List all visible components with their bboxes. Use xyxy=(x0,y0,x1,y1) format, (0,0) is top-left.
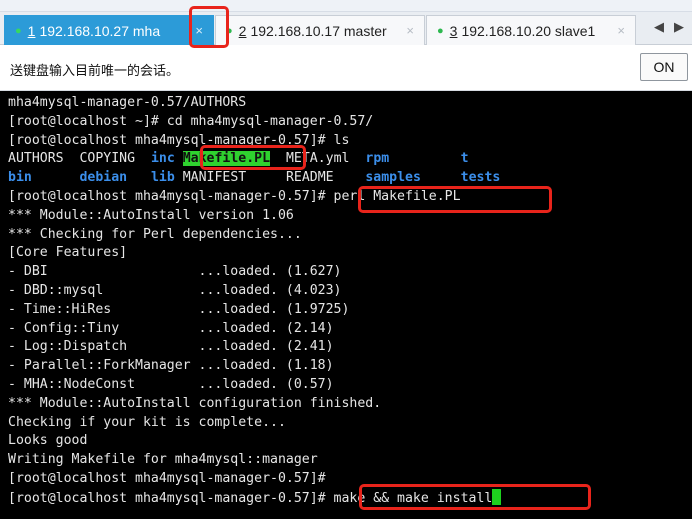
output-line: [Core Features] xyxy=(8,245,128,261)
prompt-line: [root@localhost mha4mysql-manager-0.57]# xyxy=(8,470,692,489)
tab-nav-arrows: ◀ ▶ xyxy=(654,20,684,35)
output-line: - MHA::NodeConst ...loaded. (0.57) xyxy=(8,376,334,392)
send-keys-bar: 送键盘输入目前唯一的会话。 ON xyxy=(0,46,692,91)
tab-title: 192.168.10.20 slave1 xyxy=(461,22,596,39)
output-line: Checking if your kit is complete... xyxy=(8,414,286,430)
output-line: - Config::Tiny ...loaded. (2.14) xyxy=(8,320,334,336)
close-icon[interactable]: × xyxy=(195,23,203,38)
tab-number: 1 xyxy=(27,22,36,39)
prompt-line: [root@localhost mha4mysql-manager-0.57]#… xyxy=(8,188,692,207)
output-line: - DBI ...loaded. (1.627) xyxy=(8,264,342,280)
ls-output-row: AUTHORS COPYING inc Makefile.PL META.yml… xyxy=(8,150,692,169)
chevron-right-icon[interactable]: ▶ xyxy=(674,20,684,35)
output-line: - Log::Dispatch ...loaded. (2.41) xyxy=(8,339,334,355)
ls-entry: AUTHORS xyxy=(8,151,64,167)
tab-title: 192.168.10.17 master xyxy=(250,22,387,39)
send-keys-message: 送键盘输入目前唯一的会话。 xyxy=(10,64,180,79)
tab-session-2[interactable]: ● 2 192.168.10.17 master × xyxy=(215,15,425,45)
shell-prompt: [root@localhost mha4mysql-manager-0.57]# xyxy=(8,132,334,148)
shell-prompt: [root@localhost mha4mysql-manager-0.57]# xyxy=(8,470,334,486)
ls-entry: bin xyxy=(8,170,32,186)
shell-command: perl Makefile.PL xyxy=(333,188,461,204)
output-line: *** Module::AutoInstall configuration fi… xyxy=(8,395,382,411)
close-icon[interactable]: × xyxy=(406,23,414,38)
output-line: mha4mysql-manager-0.57/AUTHORS xyxy=(8,95,247,110)
tab-session-3[interactable]: ● 3 192.168.10.20 slave1 × xyxy=(426,15,636,45)
ls-entry: rpm xyxy=(365,151,390,167)
shell-prompt: [root@localhost mha4mysql-manager-0.57]# xyxy=(8,490,334,506)
ls-entry: MANIFEST xyxy=(182,170,247,186)
send-keys-toggle-button[interactable]: ON xyxy=(640,53,688,81)
session-tab-bar: ● 1 192.168.10.27 mha × ● 2 192.168.10.1… xyxy=(0,12,692,45)
shell-prompt: [root@localhost mha4mysql-manager-0.57]# xyxy=(8,188,334,204)
ls-entry: README xyxy=(285,170,334,186)
ls-entry: t xyxy=(460,151,469,167)
status-dot-icon: ● xyxy=(437,24,444,37)
output-line: *** Checking for Perl dependencies... xyxy=(8,226,302,242)
tab-session-1[interactable]: ● 1 192.168.10.27 mha × xyxy=(4,15,214,45)
ls-entry: tests xyxy=(460,170,501,186)
close-icon[interactable]: × xyxy=(617,23,625,38)
output-line: Writing Makefile for mha4mysql::manager xyxy=(8,452,318,468)
shell-command: ls xyxy=(333,132,350,148)
ls-entry: COPYING xyxy=(79,151,136,167)
shell-command: cd mha4mysql-manager-0.57/ xyxy=(166,113,374,129)
status-dot-icon: ● xyxy=(226,24,233,37)
ls-entry: Makefile.PL xyxy=(182,151,271,167)
output-line: - DBD::mysql ...loaded. (4.023) xyxy=(8,282,342,298)
shell-command: make && make install xyxy=(333,490,493,506)
output-line: - Time::HiRes ...loaded. (1.9725) xyxy=(8,301,350,317)
terminal-output[interactable]: mha4mysql-manager-0.57/AUTHORS [root@loca… xyxy=(0,91,692,519)
ls-entry: debian xyxy=(79,170,128,186)
ls-entry: META.yml xyxy=(285,151,350,167)
output-line: - Parallel::ForkManager ...loaded. (1.18… xyxy=(8,358,334,374)
chevron-left-icon[interactable]: ◀ xyxy=(654,20,664,35)
prompt-line: [root@localhost ~]# cd mha4mysql-manager… xyxy=(8,113,692,132)
ls-output-row: bin debian lib MANIFEST README samples t… xyxy=(8,169,692,188)
ls-entry: inc xyxy=(150,151,175,167)
ls-entry: samples xyxy=(365,170,421,186)
ls-entry: lib xyxy=(150,170,175,186)
status-dot-icon: ● xyxy=(15,24,22,37)
output-line: Looks good xyxy=(8,433,88,449)
prompt-line: [root@localhost mha4mysql-manager-0.57]#… xyxy=(8,132,692,151)
tab-number: 3 xyxy=(449,22,458,39)
prompt-line: [root@localhost mha4mysql-manager-0.57]#… xyxy=(8,488,692,508)
tab-title: 192.168.10.27 mha xyxy=(39,22,161,39)
text-cursor xyxy=(492,488,502,505)
tab-number: 2 xyxy=(238,22,247,39)
shell-prompt: [root@localhost ~]# xyxy=(8,113,167,129)
output-line: *** Module::AutoInstall version 1.06 xyxy=(8,207,294,223)
toolbar-strip xyxy=(0,0,692,12)
